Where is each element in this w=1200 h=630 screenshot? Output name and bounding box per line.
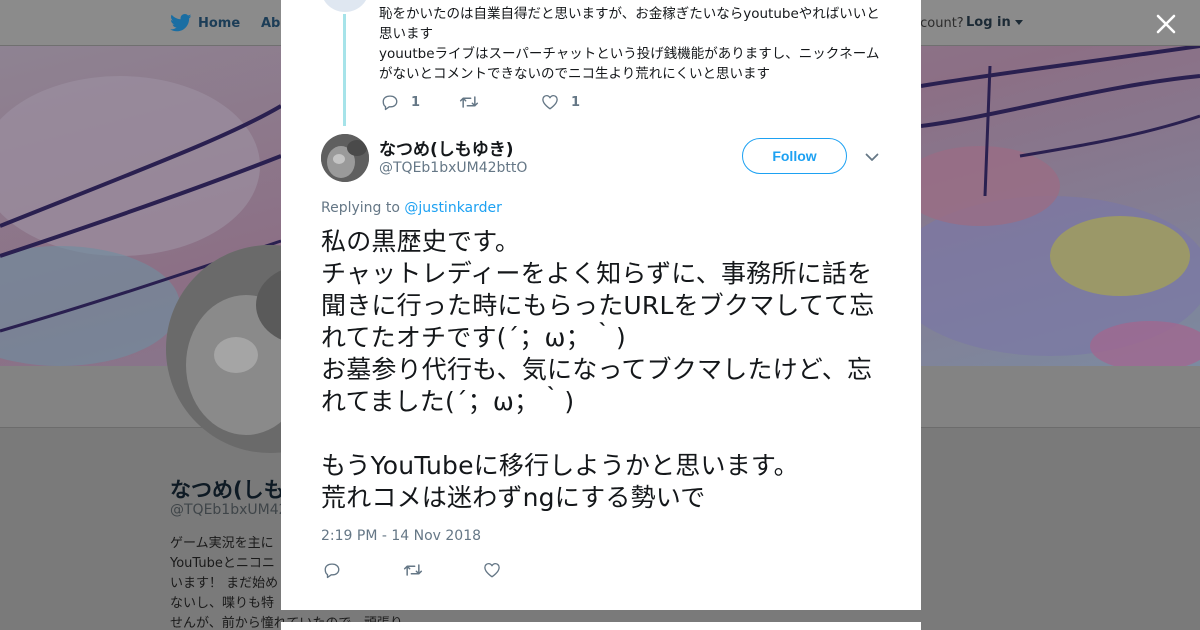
retweet-icon [459, 96, 479, 108]
tweet-text: 私の黒歴史です。 チャットレディーをよく知らずに、事務所に話を聞きに行った時にも… [321, 226, 887, 514]
author-handle[interactable]: @TQEb1bxUM42bttO [379, 160, 527, 176]
thread-connector [343, 14, 346, 126]
bio-line: います！ まだ始め [170, 576, 279, 591]
more-options-button[interactable] [863, 148, 881, 166]
tweet-actions [323, 560, 501, 580]
parent-avatar[interactable] [321, 0, 369, 12]
reply-button[interactable]: 1 [381, 92, 459, 112]
login-label: Log in [966, 15, 1011, 30]
tweet-text-line: チャットレディーをよく知らずに、事務所に話を聞きに行った時にもらったURLをブク… [321, 259, 875, 352]
replying-to-link[interactable]: @justinkarder [404, 200, 502, 216]
close-button[interactable] [1153, 11, 1179, 37]
next-modal-edge [281, 622, 921, 630]
tweet-modal: 恥をかいたのは自業自得だと思いますが、お金稼ぎたいならyoutubeやればいいと… [281, 0, 921, 610]
replying-prefix: Replying to [321, 200, 400, 216]
tweet-timestamp[interactable]: 2:19 PM - 14 Nov 2018 [321, 528, 481, 544]
like-button[interactable]: 1 [541, 92, 580, 112]
like-button[interactable] [483, 560, 501, 580]
reply-icon [382, 94, 398, 110]
retweet-button[interactable] [459, 92, 541, 112]
follow-button[interactable]: Follow [742, 138, 847, 174]
chevron-down-icon [1015, 19, 1024, 25]
reply-button[interactable] [323, 560, 403, 580]
tweet-text-line [321, 418, 887, 450]
chevron-down-icon [865, 153, 879, 161]
reply-count: 1 [411, 94, 421, 110]
author-name[interactable]: なつめ(しもゆき) [379, 135, 514, 160]
nav-home-link[interactable]: Home [170, 14, 240, 32]
tweet-text-line: 荒れコメは迷わずngにする勢いで [321, 483, 706, 512]
twitter-bird-icon [170, 14, 192, 32]
tweet-text-line: 私の黒歴史です。 [321, 227, 521, 256]
heart-icon [484, 562, 500, 578]
replying-to: Replying to @justinkarder [321, 200, 502, 216]
nav-home-label: Home [198, 15, 241, 31]
retweet-button[interactable] [403, 560, 483, 580]
parent-tweet-actions: 1 1 [381, 92, 580, 112]
retweet-icon [403, 564, 423, 576]
profile-name: なつめ(しも [170, 478, 285, 502]
parent-text-line: 恥をかいたのは自業自得だと思いますが、お金稼ぎたいならyoutubeやればいいと… [379, 6, 880, 42]
heart-icon [542, 94, 558, 110]
bio-line: ゲーム実況を主に [170, 536, 274, 551]
close-icon [1156, 14, 1176, 34]
tweet-text-line: お墓参り代行も、気になってブクマしたけど、忘れてました(´；ω；｀) [321, 355, 873, 416]
profile-handle: @TQEb1bxUM42 [170, 502, 288, 518]
login-dropdown[interactable]: Log in [966, 15, 1024, 30]
profile-bio: ゲーム実況を主に YouTubeとニコニ います！ まだ始め ないし、喋りも特 … [170, 534, 403, 630]
author-avatar[interactable] [321, 134, 369, 182]
tweet-text-line: もうYouTubeに移行しようかと思います。 [321, 451, 799, 480]
like-count: 1 [571, 94, 581, 110]
bio-line: YouTubeとニコニ [170, 556, 275, 571]
parent-tweet-text: 恥をかいたのは自業自得だと思いますが、お金稼ぎたいならyoutubeやればいいと… [379, 4, 881, 84]
parent-text-line: youutbeライブはスーパーチャットという投げ銭機能がありますし、ニックネーム… [379, 46, 880, 82]
reply-icon [324, 562, 340, 578]
bio-line: ないし、喋りも特 [170, 596, 275, 611]
